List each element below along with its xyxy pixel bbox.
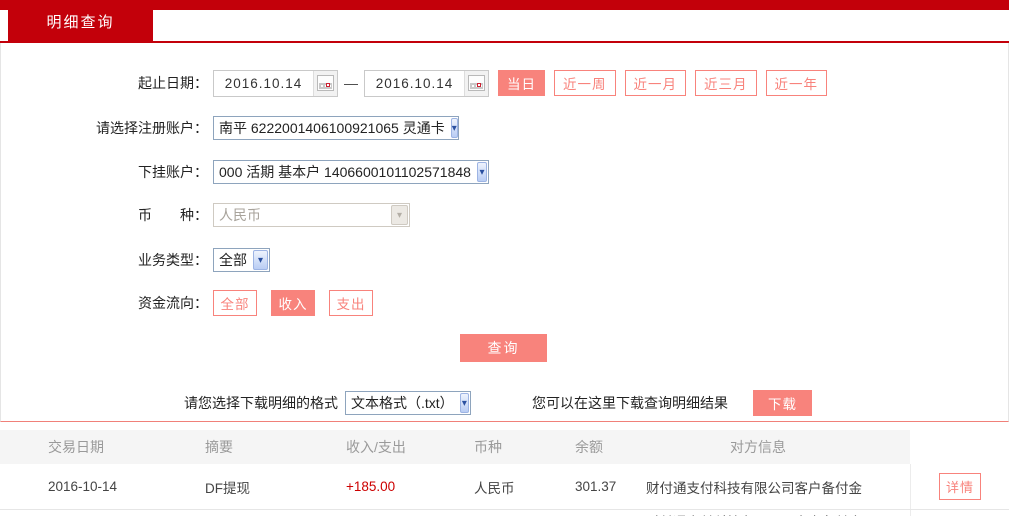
- currency-select: 人民币 ▾: [213, 203, 410, 227]
- fund-flow-label: 资金流向：: [138, 294, 208, 311]
- start-date-calendar-button[interactable]: [313, 70, 337, 96]
- chevron-down-icon: ▾: [450, 118, 458, 138]
- register-account-label: 请选择注册账户：: [96, 120, 208, 136]
- business-type-value: 全部: [219, 252, 247, 268]
- download-format-label: 请您选择下载明细的格式: [184, 395, 338, 411]
- date-range-row: 起止日期： 2016.10.14 — 2016.10.14 当日 近一周 近一月…: [1, 69, 1008, 97]
- end-date-value: 2016.10.14: [375, 75, 454, 91]
- cell-action: 详情: [910, 464, 1009, 509]
- table-header-row: 交易日期 摘要 收入/支出 币种 余额 对方信息: [0, 430, 1009, 464]
- calendar-icon: [317, 75, 334, 91]
- chevron-down-icon: ▾: [253, 250, 268, 270]
- chevron-down-icon: ▾: [391, 205, 408, 225]
- start-date-value: 2016.10.14: [224, 75, 303, 91]
- cell-amount: +185.00: [346, 479, 396, 494]
- download-format-value: 文本格式（.txt）: [351, 395, 454, 411]
- calendar-icon: [468, 75, 485, 91]
- business-type-select[interactable]: 全部 ▾: [213, 248, 270, 272]
- register-account-value: 南平 6222001406100921065 灵通卡: [219, 120, 445, 136]
- end-date-calendar-button[interactable]: [464, 70, 488, 96]
- fund-flow-income-button[interactable]: 收入: [271, 289, 315, 316]
- quick-range-week-button[interactable]: 近一周: [554, 70, 616, 96]
- header-date: 交易日期: [48, 439, 104, 455]
- business-type-label: 业务类型：: [138, 252, 208, 268]
- cell-counterparty: 财付通支付科技有限公司客户备付金: [646, 480, 862, 496]
- sub-account-select[interactable]: 000 活期 基本户 1406600101102571848 ▾: [213, 160, 489, 184]
- fund-flow-row: 资金流向： 全部 收入 支出: [1, 289, 1008, 316]
- quick-range-month-button[interactable]: 近一月: [624, 70, 686, 96]
- header-currency: 币种: [474, 439, 502, 455]
- register-account-select[interactable]: 南平 6222001406100921065 灵通卡 ▾: [213, 116, 459, 140]
- sub-account-label: 下挂账户：: [138, 164, 208, 180]
- currency-value: 人民币: [219, 207, 261, 223]
- cell-currency: 人民币: [474, 480, 515, 496]
- currency-row: 币 种： 人民币 ▾: [1, 203, 1008, 227]
- quick-range-3months-button[interactable]: 近三月: [695, 70, 757, 96]
- date-range-label: 起止日期：: [138, 75, 208, 91]
- tab-detail-query[interactable]: 明细查询: [8, 0, 153, 43]
- quick-range-today-button[interactable]: 当日: [498, 70, 545, 96]
- end-date-input[interactable]: 2016.10.14: [364, 69, 489, 97]
- chevron-down-icon: ▾: [476, 162, 487, 182]
- sub-account-row: 下挂账户： 000 活期 基本户 1406600101102571848 ▾: [1, 160, 1008, 184]
- download-format-select[interactable]: 文本格式（.txt） ▾: [345, 391, 471, 415]
- header-balance: 余额: [575, 439, 603, 455]
- tab-bar: 明细查询: [0, 0, 1009, 43]
- download-hint-text: 您可以在这里下载查询明细结果: [532, 395, 728, 411]
- download-row: 请您选择下载明细的格式 文本格式（.txt） ▾ 您可以在这里下载查询明细结果 …: [1, 390, 1008, 416]
- register-account-row: 请选择注册账户： 南平 6222001406100921065 灵通卡 ▾: [1, 116, 1008, 140]
- fund-flow-all-button[interactable]: 全部: [213, 289, 257, 316]
- cell-summary: DF提现: [205, 480, 250, 496]
- detail-button[interactable]: 详情: [939, 473, 981, 500]
- chevron-down-icon: ▾: [459, 393, 469, 413]
- table-row: 2016-10-14 DF提现 +185.00 人民币 301.37 财付通支付…: [0, 464, 1009, 510]
- query-button[interactable]: 查询: [460, 334, 547, 362]
- currency-label: 币 种：: [138, 207, 208, 223]
- cell-balance: 301.37: [575, 479, 617, 494]
- quick-range-year-button[interactable]: 近一年: [765, 70, 827, 96]
- start-date-input[interactable]: 2016.10.14: [213, 69, 338, 97]
- header-summary: 摘要: [205, 439, 233, 455]
- download-button[interactable]: 下载: [753, 390, 812, 416]
- detail-query-page: 明细查询 起止日期： 2016.10.14 — 2016.10.14 当日 近一…: [0, 0, 1009, 516]
- header-action-spacer: [910, 430, 1009, 464]
- cell-date: 2016-10-14: [48, 479, 118, 494]
- header-counterparty: 对方信息: [730, 439, 786, 455]
- sub-account-value: 000 活期 基本户 1406600101102571848: [219, 164, 471, 180]
- header-in-out: 收入/支出: [346, 439, 406, 455]
- results-table: 交易日期 摘要 收入/支出 币种 余额 对方信息 2016-10-14 DF提现…: [0, 430, 1009, 516]
- fund-flow-expense-button[interactable]: 支出: [329, 289, 373, 316]
- tab-label: 明细查询: [46, 14, 115, 31]
- query-form: 起止日期： 2016.10.14 — 2016.10.14 当日 近一周 近一月…: [0, 43, 1009, 422]
- table-row-partial: 财付通支付科技有限公司客户备付金: [0, 510, 1009, 516]
- cell-counterparty: 财付通支付科技有限公司客户备付金: [640, 510, 910, 516]
- query-button-row: 查询: [1, 334, 1008, 362]
- date-range-separator: —: [344, 75, 358, 91]
- business-type-row: 业务类型： 全部 ▾: [1, 248, 1008, 272]
